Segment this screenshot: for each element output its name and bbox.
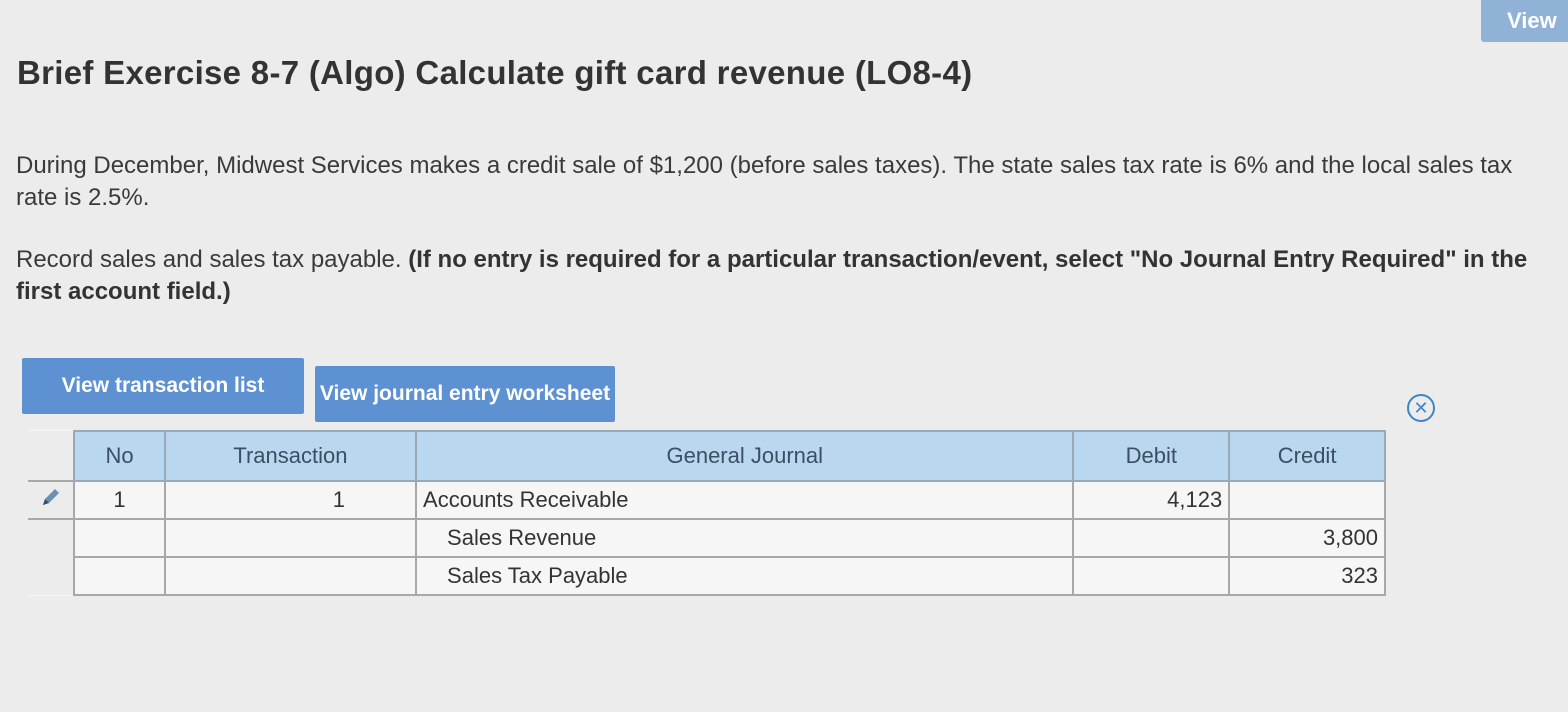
row-debit[interactable] (1072, 518, 1231, 558)
column-header-no: No (73, 430, 166, 482)
row-no: 1 (73, 480, 166, 520)
row-transaction: 1 (163, 480, 418, 520)
close-icon[interactable]: ✕ (1407, 394, 1435, 422)
table-header-row: No Transaction General Journal Debit Cre… (28, 430, 1386, 482)
row-transaction (163, 518, 418, 558)
column-header-credit: Credit (1228, 430, 1386, 482)
row-account[interactable]: Accounts Receivable (415, 480, 1075, 520)
instruction-plain: Record sales and sales tax payable. (16, 246, 409, 273)
column-header-debit: Debit (1072, 430, 1231, 482)
edit-cell-empty (28, 519, 75, 557)
edit-column-header (28, 431, 75, 481)
edit-cell-empty (28, 557, 75, 595)
pencil-icon[interactable] (38, 484, 64, 510)
row-account[interactable]: Sales Tax Payable (415, 556, 1075, 596)
row-debit[interactable]: 4,123 (1072, 480, 1231, 520)
instruction-text: Record sales and sales tax payable. (If … (16, 244, 1556, 308)
view-button[interactable]: View (1481, 0, 1568, 42)
table-row: Sales Tax Payable 323 (28, 556, 1386, 596)
table-row: 1 1 Accounts Receivable 4,123 (28, 480, 1386, 520)
journal-table: No Transaction General Journal Debit Cre… (28, 430, 1386, 596)
row-credit[interactable] (1228, 480, 1386, 520)
problem-text: During December, Midwest Services makes … (16, 152, 1513, 211)
table-row: Sales Revenue 3,800 (28, 518, 1386, 558)
row-account[interactable]: Sales Revenue (415, 518, 1075, 558)
column-header-general-journal: General Journal (415, 430, 1075, 482)
row-debit[interactable] (1072, 556, 1231, 596)
row-transaction (163, 556, 418, 596)
row-credit[interactable]: 3,800 (1228, 518, 1386, 558)
view-journal-entry-worksheet-button[interactable]: View journal entry worksheet (315, 366, 615, 422)
edit-cell[interactable] (28, 480, 75, 520)
page-title: Brief Exercise 8-7 (Algo) Calculate gift… (17, 54, 973, 91)
row-no (73, 518, 166, 558)
view-transaction-list-button[interactable]: View transaction list (22, 358, 304, 414)
row-credit[interactable]: 323 (1228, 556, 1386, 596)
column-header-transaction: Transaction (163, 430, 418, 482)
row-no (73, 556, 166, 596)
